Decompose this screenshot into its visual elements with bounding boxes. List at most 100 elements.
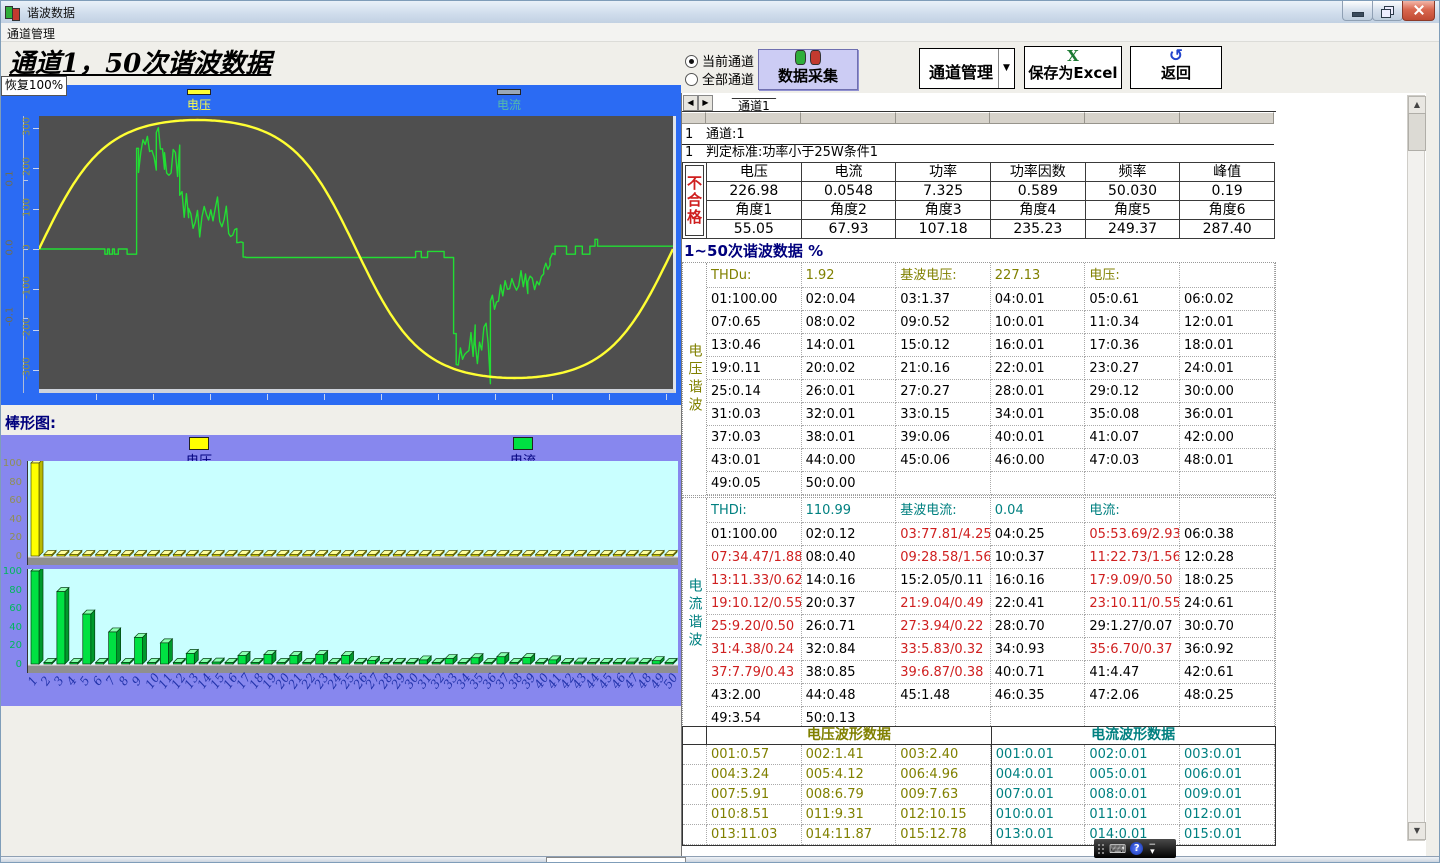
x-tick — [552, 394, 553, 400]
harmonic-cell: 22:0.41 — [991, 592, 1086, 615]
harmonic-cell: 13:11.33/0.62 — [707, 569, 802, 592]
grid-header-cell — [896, 112, 990, 124]
harmonic-cell: 10:0.37 — [991, 546, 1086, 569]
harmonic-cell: 07:34.47/1.88 — [707, 546, 802, 569]
outer-y-tick — [23, 249, 28, 250]
vertical-scrollbar[interactable]: ▲ ▼ — [1407, 95, 1425, 841]
restore-zoom-button[interactable]: 恢复100% — [1, 76, 67, 96]
minimize-button[interactable] — [1342, 1, 1373, 21]
harmonic-cell — [1085, 472, 1180, 495]
harmonic-cell: 16:0.16 — [991, 569, 1086, 592]
measure-value-cell: 55.05 — [707, 220, 802, 239]
voltage-waveform-cell: 013:11.03 — [707, 825, 802, 845]
harmonic-cell: 26:0.01 — [802, 380, 897, 403]
harmonic-cell: 36:0.01 — [1180, 403, 1275, 426]
current-waveform-cell: 009:0.01 — [1180, 785, 1275, 805]
harmonic-cell — [896, 472, 991, 495]
tab-scroll-right-icon[interactable]: ▶ — [698, 95, 713, 111]
harmonic-cell: 02:0.12 — [802, 523, 897, 546]
harmonic-cell: 35:0.08 — [1085, 403, 1180, 426]
scroll-down-icon[interactable]: ▼ — [1408, 822, 1426, 840]
keyboard-icon[interactable]: ⌨ — [1109, 843, 1126, 855]
harmonic-cell: 13:0.46 — [707, 334, 802, 357]
y-tick — [33, 249, 39, 250]
close-button[interactable] — [1402, 1, 1435, 21]
voltage-waveform-cell: 006:4.96 — [896, 765, 991, 785]
help-icon[interactable]: ? — [1130, 842, 1143, 855]
current-waveform-cell: 013:0.01 — [991, 825, 1086, 845]
harmonic-cell: 14:0.16 — [802, 569, 897, 592]
return-button[interactable]: ↺ 返回 — [1130, 46, 1222, 89]
harmonic-cell: 45:1.48 — [896, 684, 991, 707]
harmonic-cell: 29:1.27/0.07 — [1085, 615, 1180, 638]
radio-all-channels[interactable]: 全部通道 — [685, 69, 754, 88]
voltage-waveform-cell: 002:1.41 — [802, 745, 897, 765]
grid-header-cell — [682, 112, 706, 124]
x-tick — [609, 394, 610, 400]
voltage-waveform-cell: 004:3.24 — [707, 765, 802, 785]
harmonic-cell: 30:0.70 — [1180, 615, 1275, 638]
thd-cell — [1180, 263, 1275, 288]
harmonic-cell: 28:0.01 — [991, 380, 1086, 403]
voltage-waveform-cell: 003:2.40 — [896, 745, 991, 765]
restore-window-button[interactable] — [1372, 1, 1403, 21]
criteria-info-row: 1判定标准:功率小于25W条件1 — [682, 144, 1274, 163]
radio-dot-icon — [685, 55, 698, 68]
current-waveform-cell: 010:0.01 — [991, 805, 1086, 825]
tab-scroll-left-icon[interactable]: ◀ — [683, 95, 698, 111]
thd-cell: THDi: — [707, 498, 802, 523]
measure-header-cell: 峰值 — [1180, 163, 1275, 182]
harmonic-cell: 19:0.11 — [707, 357, 802, 380]
waveform-row-gutter — [683, 745, 707, 765]
voltage-bar-swatch — [189, 437, 209, 450]
return-arrow-icon: ↺ — [1131, 47, 1221, 65]
harmonic-cell: 50:0.00 — [802, 472, 897, 495]
save-excel-button[interactable]: X 保存为Excel — [1024, 46, 1122, 89]
harmonic-cell: 49:0.05 — [707, 472, 802, 495]
waveform-plot[interactable] — [39, 116, 676, 393]
ime-toolbar: ⌨ ? − ▾ — [1094, 839, 1176, 858]
title-bar: 谐波数据 — [1, 1, 1439, 24]
x-tick — [153, 394, 154, 400]
harmonic-cell: 15:0.12 — [896, 334, 991, 357]
data-collect-button[interactable]: 数据采集 — [758, 49, 858, 90]
menu-item-channel-management[interactable]: 通道管理 — [1, 23, 61, 44]
harmonic-cell: 47:0.03 — [1085, 449, 1180, 472]
taskbar-edge — [1, 856, 1439, 863]
measure-value-cell: 0.19 — [1180, 182, 1275, 201]
harmonic-cell: 21:9.04/0.49 — [896, 592, 991, 615]
harmonic-cell: 39:6.87/0.38 — [896, 661, 991, 684]
measure-header-cell: 角度6 — [1180, 201, 1275, 220]
current-waveform-cell: 002:0.01 — [1085, 745, 1180, 765]
bar-section-label: 棒形图: — [5, 412, 56, 433]
ime-options-icon[interactable]: ▾ — [1147, 849, 1157, 856]
harmonic-cell: 11:22.73/1.56 — [1085, 546, 1180, 569]
harmonic-cell — [1180, 472, 1275, 495]
thd-cell: 110.99 — [802, 498, 897, 523]
measure-header-cell: 电压 — [707, 163, 802, 182]
measure-value-cell: 0.589 — [991, 182, 1086, 201]
measure-value-cell: 287.40 — [1180, 220, 1275, 239]
chevron-down-icon[interactable]: ▼ — [998, 49, 1014, 88]
voltage-waveform-cell: 001:0.57 — [707, 745, 802, 765]
scrollbar-thumb[interactable] — [1408, 113, 1426, 151]
waveform-panel: 电压 电流 3002001000-100-200-3000.10.0-0.1 — [1, 85, 681, 405]
harmonic-cell: 22:0.01 — [991, 357, 1086, 380]
taskbar-item[interactable] — [546, 857, 686, 863]
current-waveform-cell: 003:0.01 — [1180, 745, 1275, 765]
measure-header-cell: 角度2 — [802, 201, 897, 220]
x-tick — [210, 394, 211, 400]
voltage-waveform-cell: 005:4.12 — [802, 765, 897, 785]
radio-current-channel[interactable]: 当前通道 — [685, 51, 754, 70]
grid-header-cell — [990, 112, 1085, 124]
current-waveform-cell: 005:0.01 — [1085, 765, 1180, 785]
grid-header-cell — [706, 112, 801, 124]
legend-voltage: 电压 — [179, 89, 219, 113]
drag-handle-icon[interactable] — [1097, 843, 1105, 855]
harmonic-order-x-labels: 1234567891011121314151617181920212223242… — [27, 672, 681, 704]
harmonic-cell: 12:0.01 — [1180, 311, 1275, 334]
database-icons — [759, 50, 857, 68]
channel-management-button[interactable]: 通道管理 ▼ — [919, 48, 1015, 89]
voltage-waveform-header: 电压波形数据 — [707, 727, 991, 745]
scroll-up-icon[interactable]: ▲ — [1408, 96, 1426, 114]
